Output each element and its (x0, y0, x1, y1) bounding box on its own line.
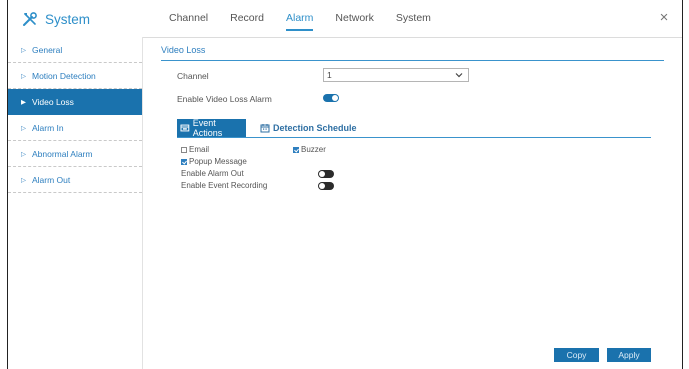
email-checkbox[interactable] (181, 146, 187, 153)
alarm-out-option: Enable Alarm Out (181, 169, 244, 178)
tab-record[interactable]: Record (219, 0, 275, 37)
triangle-right-icon: ▷ (21, 124, 26, 132)
enable-video-loss-toggle[interactable] (323, 94, 339, 102)
sidebar-item-label: General (32, 44, 63, 55)
main-panel: Video Loss Channel 1 Enable Video Loss A… (143, 37, 682, 369)
channel-value: 1 (327, 70, 332, 80)
sidebar-item-motion-detection[interactable]: ▷ Motion Detection (8, 63, 142, 89)
email-option: Email (181, 145, 209, 154)
event-recording-label: Enable Event Recording (181, 181, 268, 190)
settings-window: System Channel Record Alarm Network Syst… (0, 0, 689, 369)
tools-icon (23, 12, 37, 26)
sidebar-item-abnormal-alarm[interactable]: ▷ Abnormal Alarm (8, 141, 142, 167)
apply-button[interactable]: Apply (607, 348, 651, 362)
calendar-icon (260, 124, 270, 133)
toggle-knob (319, 171, 325, 177)
detection-schedule-label: Detection Schedule (273, 123, 357, 133)
event-actions-label: Event Actions (192, 118, 223, 138)
chevron-down-icon (455, 73, 463, 78)
popup-option: Popup Message (181, 157, 247, 166)
close-icon[interactable]: × (654, 7, 674, 29)
triangle-right-icon: ▷ (21, 72, 26, 80)
sidebar: ▷ General ▷ Motion Detection ▶ Video Los… (8, 37, 143, 369)
tab-system[interactable]: System (385, 0, 442, 37)
top-tabs: Channel Record Alarm Network System (158, 0, 442, 37)
sidebar-item-video-loss[interactable]: ▶ Video Loss (8, 89, 142, 115)
alarm-out-label: Enable Alarm Out (181, 169, 244, 178)
triangle-right-icon: ▷ (21, 46, 26, 54)
section-header: Video Loss (161, 45, 664, 61)
email-label: Email (189, 145, 210, 154)
window-frame-right (682, 0, 683, 369)
window-title: System (45, 11, 91, 27)
sidebar-item-label: Motion Detection (32, 70, 96, 81)
header-bar: System Channel Record Alarm Network Syst… (8, 0, 682, 38)
triangle-right-icon: ▶ (21, 98, 26, 106)
tab-alarm[interactable]: Alarm (275, 0, 324, 37)
triangle-right-icon: ▷ (21, 150, 26, 158)
toggle-knob (332, 95, 338, 101)
tab-detection-schedule[interactable]: Detection Schedule (260, 119, 357, 137)
channel-select[interactable]: 1 (323, 68, 469, 82)
popup-checkbox[interactable] (181, 158, 187, 165)
sub-tabs: Event Actions Detection Schedule (177, 118, 651, 138)
buzzer-option: Buzzer (293, 145, 326, 154)
buzzer-checkbox[interactable] (293, 146, 299, 153)
tab-network[interactable]: Network (324, 0, 385, 37)
event-actions-icon (180, 124, 190, 132)
sidebar-item-label: Video Loss (32, 96, 74, 107)
sidebar-item-general[interactable]: ▷ General (8, 37, 142, 63)
section-title: Video Loss (161, 45, 206, 55)
sidebar-item-label: Abnormal Alarm (32, 148, 93, 159)
sidebar-item-label: Alarm Out (32, 174, 71, 185)
event-recording-option: Enable Event Recording (181, 181, 267, 190)
popup-label: Popup Message (189, 157, 247, 166)
tab-event-actions[interactable]: Event Actions (177, 118, 246, 138)
sidebar-item-label: Alarm In (32, 122, 64, 133)
event-recording-toggle[interactable] (318, 182, 334, 190)
copy-button[interactable]: Copy (554, 348, 599, 362)
sidebar-item-alarm-out[interactable]: ▷ Alarm Out (8, 167, 142, 193)
buzzer-label: Buzzer (301, 145, 326, 154)
toggle-knob (319, 183, 325, 189)
triangle-right-icon: ▷ (21, 176, 26, 184)
channel-label: Channel (177, 71, 209, 81)
brand: System (22, 9, 90, 29)
enable-video-loss-label: Enable Video Loss Alarm (177, 94, 272, 104)
sidebar-item-alarm-in[interactable]: ▷ Alarm In (8, 115, 142, 141)
alarm-out-toggle[interactable] (318, 170, 334, 178)
tab-channel[interactable]: Channel (158, 0, 219, 37)
